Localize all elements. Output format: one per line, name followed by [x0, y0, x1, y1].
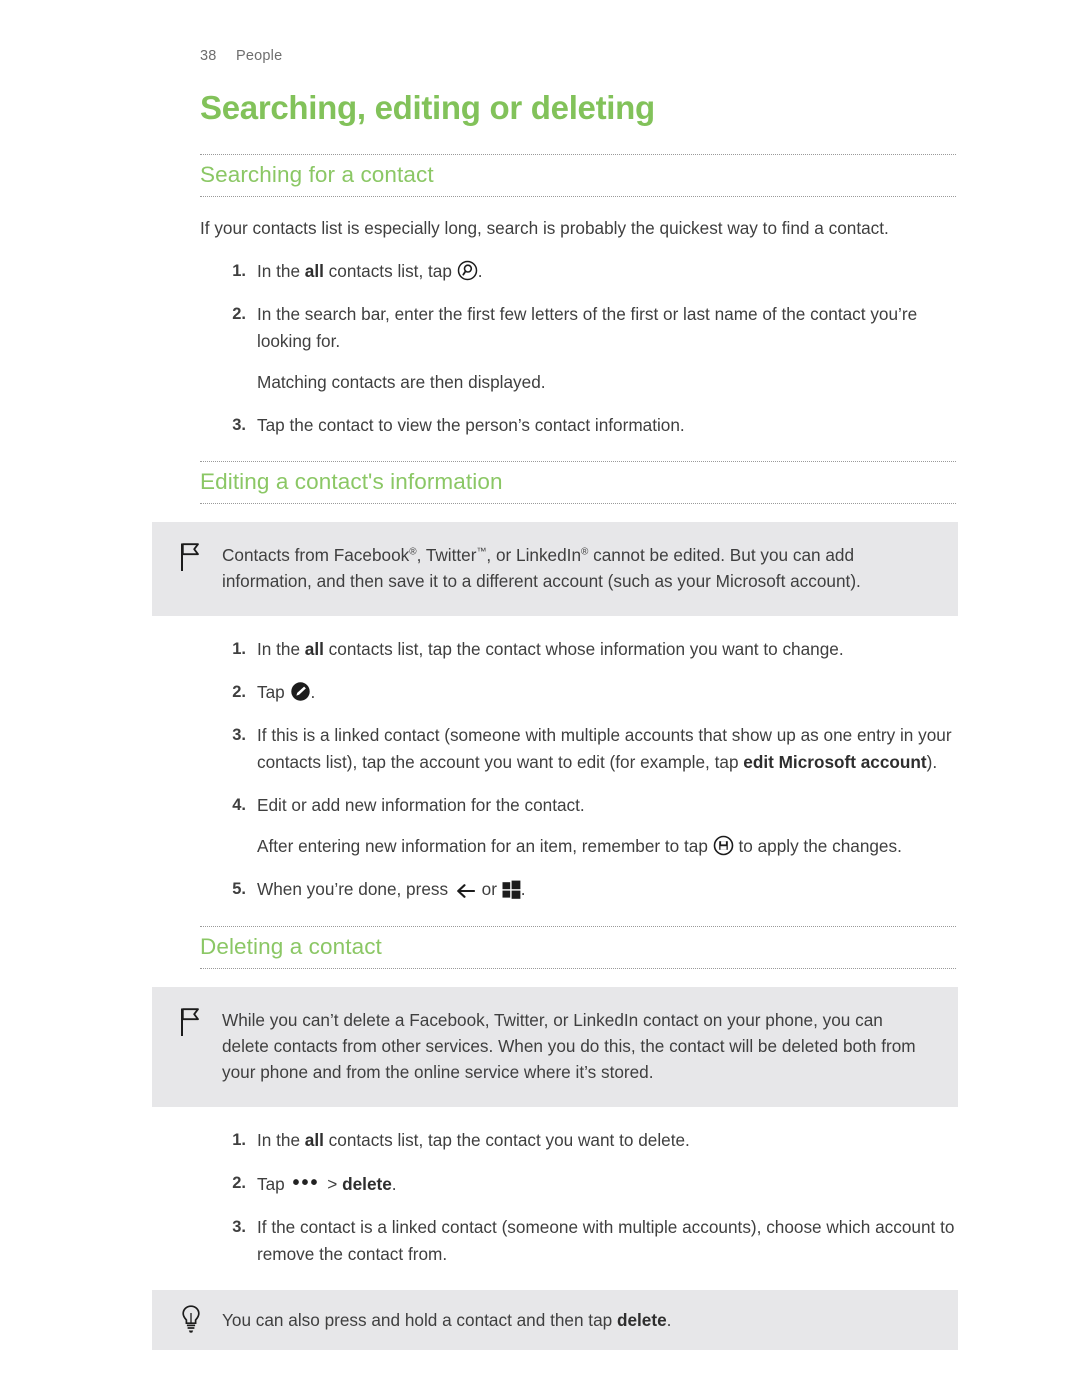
step-text-mid: >	[322, 1174, 343, 1194]
note-part-b: , Twitter	[416, 545, 477, 565]
list-item: 5. When you’re done, press or .	[200, 876, 958, 904]
list-item: 2. In the search bar, enter the first fe…	[200, 301, 958, 396]
step-text: Edit or add new information for the cont…	[257, 795, 585, 815]
step-substep-text: Matching contacts are then displayed.	[257, 372, 546, 392]
section-title: Searching for a contact	[200, 162, 434, 187]
flag-icon	[178, 1007, 204, 1037]
tip-text-post: .	[666, 1310, 672, 1330]
list-item: 1. In the all contacts list, tap .	[200, 258, 958, 285]
step-text-bold: delete	[342, 1174, 392, 1194]
step-text-pre: In the	[257, 639, 305, 659]
step-text-post: contacts list, tap the contact you want …	[323, 1130, 690, 1150]
step-number: 5.	[232, 880, 246, 898]
list-item: 2. Tap .	[200, 679, 958, 706]
edit-pencil-circle-icon	[290, 681, 311, 702]
step-number: 1.	[232, 262, 246, 280]
steps-list-searching: 1. In the all contacts list, tap . 2. In…	[200, 258, 958, 439]
step-text-bold: all	[304, 639, 324, 659]
section-heading-editing: Editing a contact's information	[200, 461, 956, 504]
step-text-mid: contacts list, tap	[323, 261, 457, 281]
windows-start-icon	[502, 880, 521, 899]
note-part-a: Contacts from Facebook	[222, 545, 410, 565]
trademark-mark: ™	[476, 546, 487, 558]
note-text: Contacts from Facebook®, Twitter™, or Li…	[222, 542, 932, 594]
section-title: Editing a contact's information	[200, 469, 503, 494]
save-disk-circle-icon	[713, 835, 734, 856]
running-header: 38 People	[200, 48, 282, 64]
section-intro-paragraph: If your contacts list is especially long…	[200, 218, 889, 238]
step-text-post: .	[477, 261, 483, 281]
registered-mark: ®	[409, 546, 417, 558]
step-text-bold: all	[304, 1130, 324, 1150]
step-number: 2.	[232, 1174, 246, 1192]
tip-text-bold: delete	[616, 1310, 667, 1330]
section-title: Deleting a contact	[200, 934, 382, 959]
step-text-bold: edit Microsoft account	[743, 752, 927, 772]
page-title: Searching, editing or deleting	[200, 89, 655, 126]
flag-icon	[178, 542, 204, 572]
step-text-post: .	[520, 879, 526, 899]
step-text-pre: When you’re done, press	[257, 879, 453, 899]
step-text-bold: all	[304, 261, 324, 281]
step-number: 2.	[232, 683, 246, 701]
note-part-c: , or LinkedIn	[486, 545, 582, 565]
step-number: 3.	[232, 1218, 246, 1236]
section-heading-deleting: Deleting a contact	[200, 926, 956, 969]
lightbulb-icon	[178, 1304, 204, 1334]
note-text: While you can’t delete a Facebook, Twitt…	[222, 1010, 916, 1082]
section-heading-searching: Searching for a contact	[200, 154, 956, 197]
note-callout-deleting: While you can’t delete a Facebook, Twitt…	[152, 987, 958, 1107]
tip-callout: You can also press and hold a contact an…	[152, 1290, 958, 1350]
document-page: 38 People Searching, editing or deleting …	[0, 0, 1080, 1397]
step-text: If the contact is a linked contact (some…	[257, 1217, 955, 1264]
step-text-post: ).	[926, 752, 938, 772]
step-text-post: .	[391, 1174, 397, 1194]
step-text: Tap the contact to view the person’s con…	[257, 415, 685, 435]
tip-text: You can also press and hold a contact an…	[222, 1307, 932, 1333]
list-item: 1. In the all contacts list, tap the con…	[200, 1127, 958, 1154]
step-number: 2.	[232, 305, 246, 323]
list-item: 4. Edit or add new information for the c…	[200, 792, 958, 860]
steps-list-deleting: 1. In the all contacts list, tap the con…	[200, 1127, 958, 1268]
substep-post: to apply the changes.	[733, 836, 902, 856]
step-text-pre: Tap	[257, 1174, 290, 1194]
step-substep: After entering new information for an it…	[257, 833, 958, 860]
more-options-ellipsis-icon: •••	[292, 1172, 320, 1194]
page-number: 38	[200, 48, 217, 64]
chapter-name: People	[236, 48, 283, 64]
step-text-pre: In the	[257, 261, 305, 281]
list-item: 3. If the contact is a linked contact (s…	[200, 1214, 958, 1268]
step-number: 1.	[232, 1131, 246, 1149]
step-text-mid: or	[476, 879, 502, 899]
step-text-pre: Tap	[257, 682, 290, 702]
content-column: Searching, editing or deleting Searching…	[152, 88, 958, 1370]
list-item: 3. Tap the contact to view the person’s …	[200, 412, 958, 439]
step-number: 3.	[232, 416, 246, 434]
note-callout-editing: Contacts from Facebook®, Twitter™, or Li…	[152, 522, 958, 616]
step-number: 4.	[232, 796, 246, 814]
step-number: 1.	[232, 640, 246, 658]
back-arrow-icon	[453, 877, 477, 904]
step-number: 3.	[232, 726, 246, 744]
search-circle-icon	[457, 260, 478, 281]
substep-pre: After entering new information for an it…	[257, 836, 713, 856]
step-text-post: contacts list, tap the contact whose inf…	[323, 639, 844, 659]
list-item: 3. If this is a linked contact (someone …	[200, 722, 958, 776]
step-text: In the search bar, enter the first few l…	[257, 304, 918, 351]
list-item: 1. In the all contacts list, tap the con…	[200, 636, 958, 663]
step-text-pre: In the	[257, 1130, 305, 1150]
list-item: 2. Tap ••• > delete.	[200, 1170, 958, 1198]
tip-text-pre: You can also press and hold a contact an…	[222, 1310, 617, 1330]
steps-list-editing: 1. In the all contacts list, tap the con…	[200, 636, 958, 904]
step-text-post: .	[310, 682, 316, 702]
